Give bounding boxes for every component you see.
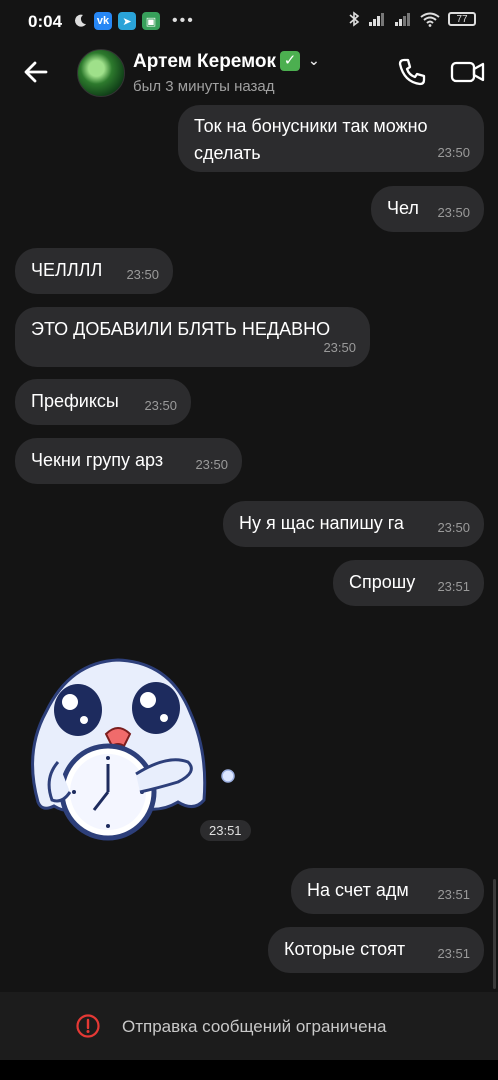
system-nav-bar <box>0 1060 498 1080</box>
wifi-icon <box>420 12 440 27</box>
message-text: Ну я щас напишу га <box>239 513 404 533</box>
message-time: 23:50 <box>437 145 470 160</box>
message-outgoing[interactable]: Которые стоят 23:51 <box>268 927 484 973</box>
message-outgoing[interactable]: На счет адм 23:51 <box>291 868 484 914</box>
message-time: 23:50 <box>437 205 470 220</box>
bluetooth-icon <box>349 11 360 27</box>
last-seen-status: был 3 минуты назад <box>133 78 275 95</box>
message-text: Префиксы <box>31 391 119 411</box>
moon-icon <box>75 14 86 27</box>
message-time: 23:51 <box>437 946 470 961</box>
message-text: ЧЕЛЛЛЛ <box>31 260 103 280</box>
sticker-time: 23:51 <box>200 820 251 841</box>
video-call-icon[interactable] <box>450 58 486 86</box>
message-time: 23:51 <box>437 579 470 594</box>
message-text: На счет адм <box>307 880 409 900</box>
phone-call-icon[interactable] <box>396 56 428 88</box>
message-time: 23:50 <box>126 267 159 282</box>
message-text: Ток на бонусники так можно сделать <box>194 116 428 163</box>
contact-name[interactable]: Артем Керемок <box>133 51 276 72</box>
message-outgoing[interactable]: Чел 23:50 <box>371 186 484 232</box>
warning-icon <box>76 1014 100 1038</box>
back-arrow-icon[interactable] <box>20 56 52 88</box>
message-outgoing[interactable]: Ток на бонусники так можно сделать 23:50 <box>178 105 484 172</box>
restriction-text: Отправка сообщений ограничена <box>122 1017 387 1036</box>
message-outgoing[interactable]: Ну я щас напишу га 23:50 <box>223 501 484 547</box>
message-incoming[interactable]: ЧЕЛЛЛЛ 23:50 <box>15 248 173 294</box>
message-time: 23:50 <box>195 457 228 472</box>
status-bar: 0:04 vk ➤ ▣ ••• 77 <box>0 0 498 42</box>
ghost-with-clock-sticker[interactable] <box>18 642 238 842</box>
signal-icon <box>369 13 384 26</box>
verified-check-icon: ✓ <box>280 51 301 71</box>
message-text: Чел <box>387 198 419 218</box>
message-text: Спрошу <box>349 572 416 592</box>
chevron-down-icon[interactable]: ⌄ <box>308 52 320 69</box>
chat-scrollbar[interactable] <box>493 879 496 989</box>
message-outgoing[interactable]: Спрошу 23:51 <box>333 560 484 606</box>
vk-icon: vk <box>94 12 112 30</box>
notification-icons: vk ➤ ▣ ••• <box>72 12 195 30</box>
message-text: Чекни групу арз <box>31 450 164 470</box>
message-list[interactable]: Ток на бонусники так можно сделать 23:50… <box>0 102 498 992</box>
avatar[interactable] <box>77 49 125 97</box>
battery-icon: 77 <box>448 12 476 26</box>
more-dots-icon: ••• <box>172 12 195 29</box>
contact-name-row[interactable]: Артем Керемок ✓ ⌄ <box>133 51 320 73</box>
status-time: 0:04 <box>28 12 63 31</box>
message-incoming[interactable]: ЭТО ДОБАВИЛИ БЛЯТЬ НЕДАВНО 23:50 <box>15 307 370 367</box>
app-icon: ▣ <box>142 12 160 30</box>
messaging-restricted-bar: Отправка сообщений ограничена <box>0 992 498 1060</box>
chat-header: Артем Керемок ✓ ⌄ был 3 минуты назад <box>0 42 498 102</box>
message-time: 23:50 <box>323 340 356 355</box>
message-text: Которые стоят <box>284 939 406 959</box>
message-time: 23:50 <box>437 520 470 535</box>
signal-icon <box>395 13 410 26</box>
message-time: 23:50 <box>144 398 177 413</box>
message-time: 23:51 <box>437 887 470 902</box>
message-incoming[interactable]: Чекни групу арз 23:50 <box>15 438 242 484</box>
message-text: ЭТО ДОБАВИЛИ БЛЯТЬ НЕДАВНО <box>31 319 331 339</box>
message-incoming[interactable]: Префиксы 23:50 <box>15 379 191 425</box>
telegram-icon: ➤ <box>118 12 136 30</box>
